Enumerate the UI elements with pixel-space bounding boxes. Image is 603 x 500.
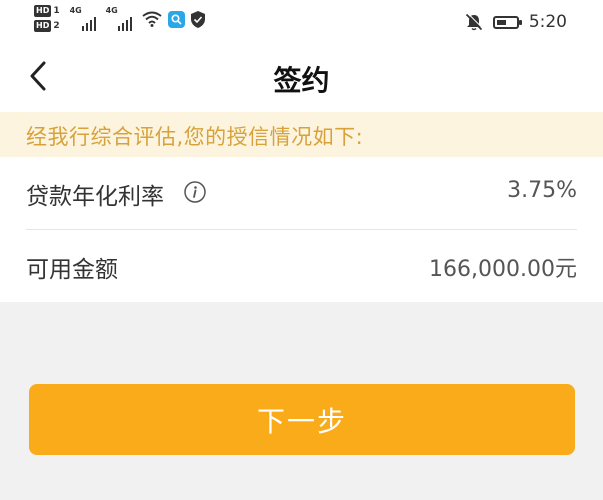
hd-badge-1: HD 1 <box>34 5 60 17</box>
notice-text: 经我行综合评估,您的授信情况如下: <box>26 125 364 149</box>
info-icon[interactable] <box>184 181 206 203</box>
signal-2: 4G <box>105 6 136 31</box>
signal-bars-icon <box>81 17 96 31</box>
credit-info-card: 贷款年化利率 3.75% 可用金额 166,000.00元 <box>0 157 603 302</box>
page-title: 签约 <box>273 64 330 97</box>
hd-sim-number: 2 <box>53 21 60 31</box>
signal-bars-icon <box>117 17 132 31</box>
battery-level <box>496 19 506 25</box>
hd-tag: HD <box>34 5 52 17</box>
search-app-icon <box>167 11 185 28</box>
hd-indicators: HD 1 HD 2 <box>34 5 60 32</box>
shield-icon <box>190 11 205 28</box>
hd-sim-number: 1 <box>53 6 60 16</box>
status-left: HD 1 HD 2 4G 4G <box>34 5 205 37</box>
signal-1: 4G <box>69 6 100 31</box>
amount-label: 可用金额 <box>26 257 118 283</box>
rate-value: 3.75% <box>507 178 577 203</box>
amount-value: 166,000.00元 <box>429 257 577 282</box>
hd-tag: HD <box>34 20 52 32</box>
screen: HD 1 HD 2 4G 4G 5:20 签约 经我行综合评估,您的授信情况如下… <box>0 0 603 500</box>
status-right: 5:20 <box>465 10 567 34</box>
status-time: 5:20 <box>528 12 567 32</box>
network-type-label: 4G <box>69 6 82 15</box>
hd-badge-2: HD 2 <box>34 20 60 32</box>
bell-muted-icon <box>465 13 483 31</box>
rate-row: 贷款年化利率 3.75% <box>0 157 603 229</box>
nav-header: 签约 <box>0 42 603 112</box>
battery-icon <box>492 15 522 29</box>
next-step-button[interactable]: 下一步 <box>29 384 575 455</box>
network-type-label: 4G <box>105 6 118 15</box>
credit-notice-banner: 经我行综合评估,您的授信情况如下: <box>0 112 603 157</box>
rate-label: 贷款年化利率 <box>26 184 164 210</box>
status-bar: HD 1 HD 2 4G 4G 5:20 <box>0 0 603 42</box>
amount-row: 可用金额 166,000.00元 <box>0 230 603 302</box>
wifi-icon <box>141 11 162 27</box>
next-step-label: 下一步 <box>256 405 347 437</box>
